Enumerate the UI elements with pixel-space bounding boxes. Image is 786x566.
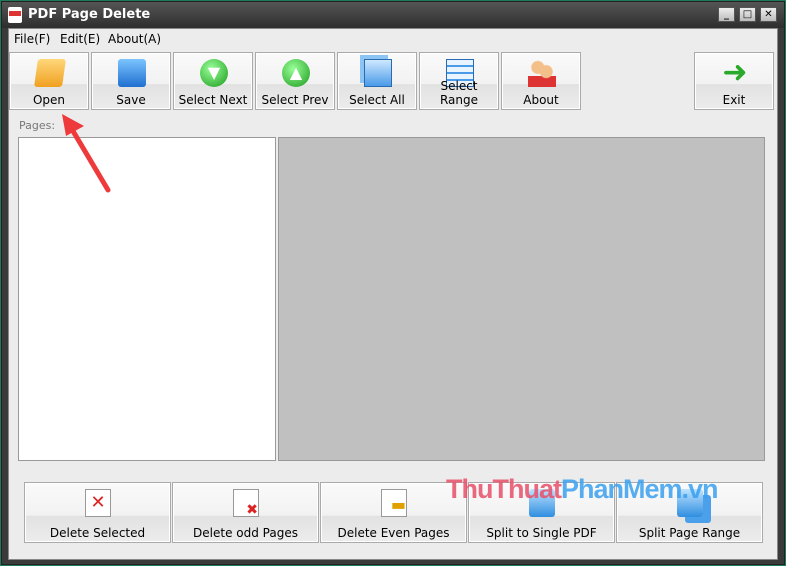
app-icon — [8, 7, 22, 23]
down-arrow-icon: ▼ — [200, 59, 228, 87]
delete-selected-button[interactable]: ✕ Delete Selected — [24, 482, 171, 543]
menu-edit[interactable]: Edit(E) — [60, 32, 100, 46]
select-prev-button[interactable]: ▲ Select Prev — [255, 52, 335, 110]
maximize-button[interactable]: □ — [739, 7, 756, 22]
about-label: About — [523, 93, 559, 107]
minimize-button[interactable]: _ — [718, 7, 735, 22]
red-pointer-arrow — [62, 114, 111, 193]
split-single-label: Split to Single PDF — [486, 526, 597, 540]
delete-even-icon: ▬ — [381, 489, 407, 517]
about-button[interactable]: About — [501, 52, 581, 110]
delete-even-button[interactable]: ▬ Delete Even Pages — [320, 482, 467, 543]
watermark: ThuThuatPhanMem.vn — [446, 474, 719, 504]
pages-icon — [364, 59, 392, 87]
delete-page-icon: ✕ — [85, 489, 111, 517]
select-range-button[interactable]: Select Range — [419, 52, 499, 110]
users-icon — [528, 59, 556, 87]
floppy-icon — [118, 59, 146, 87]
pages-label: Pages: — [19, 119, 56, 132]
delete-selected-label: Delete Selected — [49, 526, 146, 540]
page-preview — [278, 137, 765, 461]
select-prev-label: Select Prev — [261, 93, 329, 107]
exit-arrow-icon: ➜ — [722, 55, 748, 90]
open-button[interactable]: Open — [9, 52, 89, 110]
window-title: PDF Page Delete — [28, 7, 151, 22]
exit-label: Exit — [722, 93, 746, 107]
select-all-button[interactable]: Select All — [337, 52, 417, 110]
delete-odd-button[interactable]: ✖ Delete odd Pages — [172, 482, 319, 543]
select-next-button[interactable]: ▼ Select Next — [173, 52, 253, 110]
delete-odd-icon: ✖ — [233, 489, 259, 518]
select-all-label: Select All — [349, 93, 405, 107]
select-range-label: Select Range — [439, 79, 479, 107]
select-next-label: Select Next — [178, 93, 248, 107]
pages-list[interactable] — [18, 137, 276, 461]
title-bar: PDF Page Delete _ □ ✕ — [2, 2, 784, 28]
menu-bar: File(F) Edit(E) About(A) — [9, 29, 777, 49]
save-button[interactable]: Save — [91, 52, 171, 110]
close-button[interactable]: ✕ — [760, 7, 777, 22]
save-label: Save — [116, 93, 146, 107]
open-label: Open — [32, 93, 66, 107]
up-arrow-icon: ▲ — [282, 59, 310, 87]
menu-about[interactable]: About(A) — [108, 32, 161, 46]
folder-icon — [34, 59, 66, 87]
exit-button[interactable]: ➜ Exit — [694, 52, 774, 110]
delete-odd-label: Delete odd Pages — [193, 526, 298, 540]
menu-file[interactable]: File(F) — [14, 32, 50, 46]
delete-even-label: Delete Even Pages — [337, 526, 450, 540]
split-range-label: Split Page Range — [638, 526, 741, 540]
